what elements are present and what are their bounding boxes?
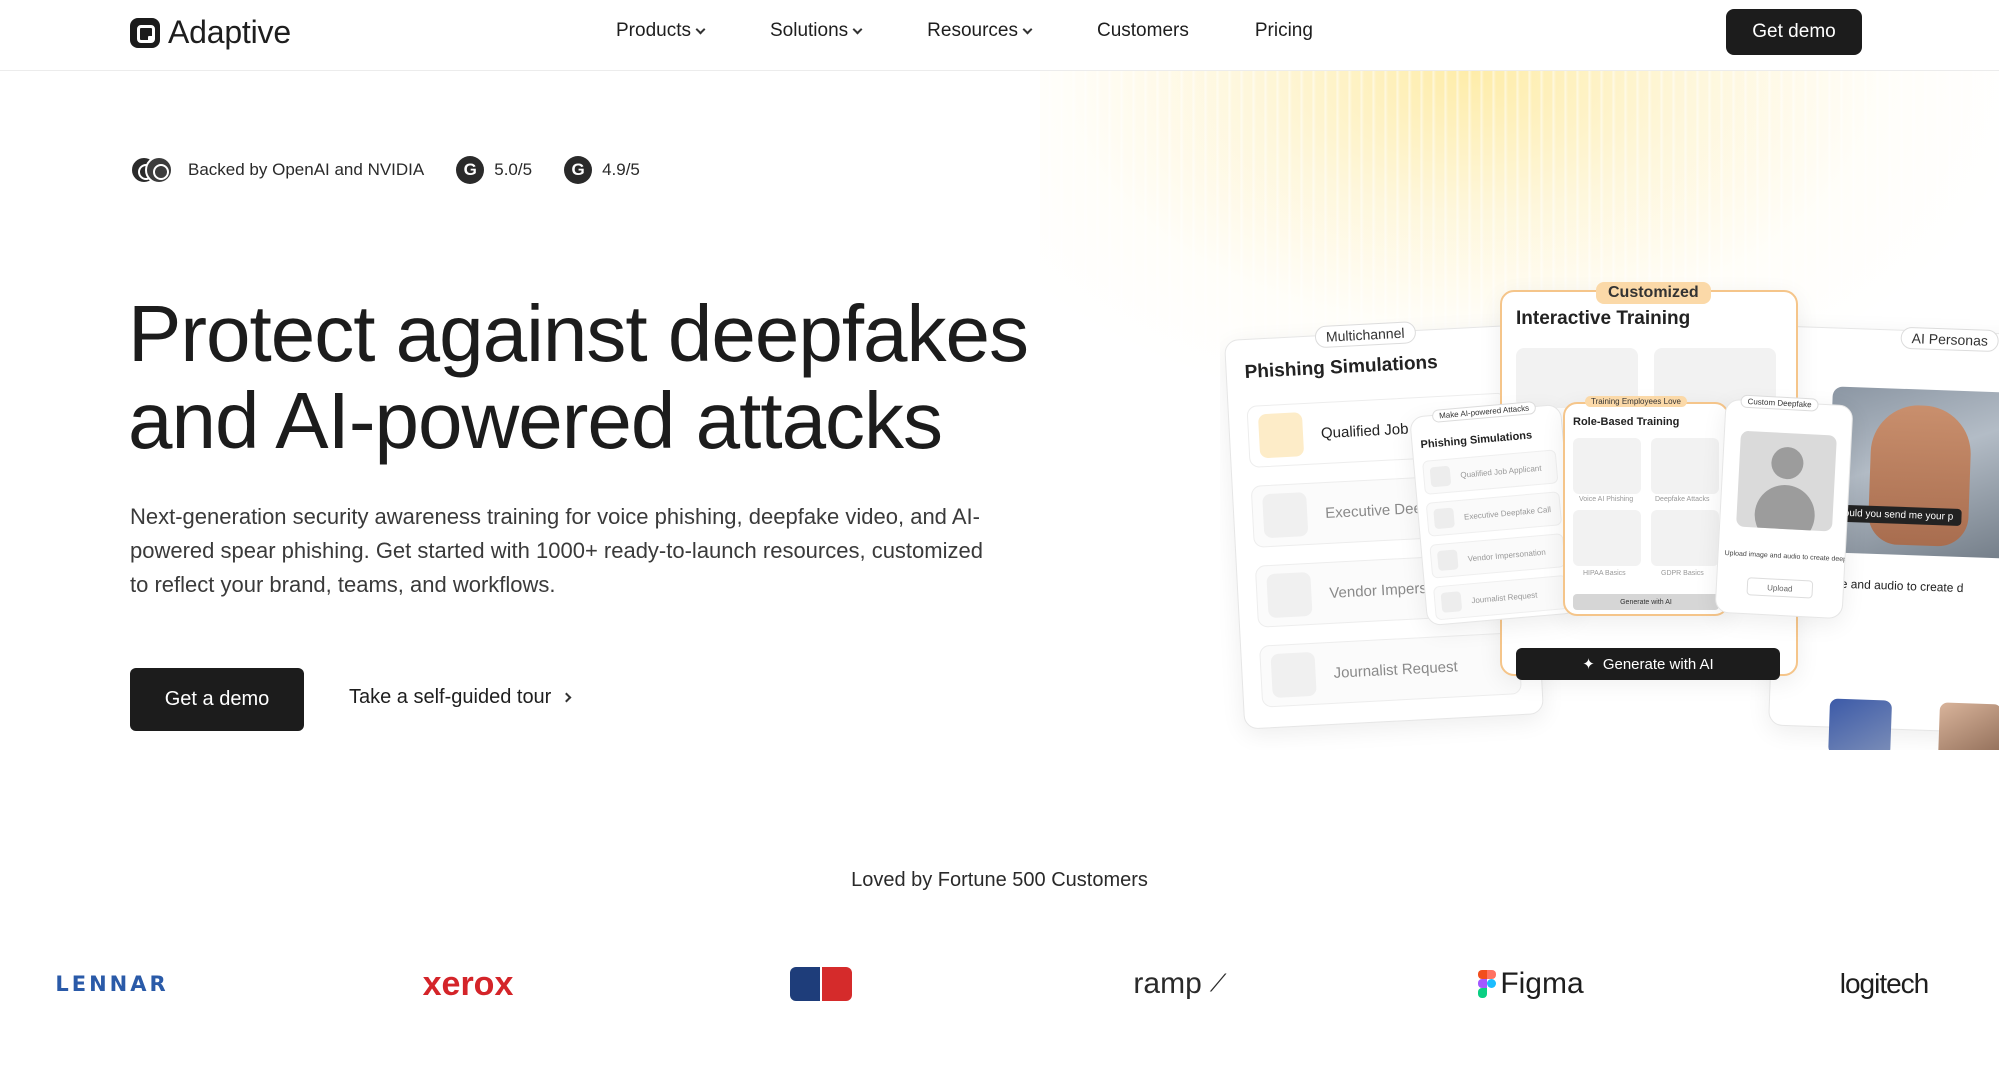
figma-logo: Figma xyxy=(1476,960,1586,1008)
self-guided-tour-link[interactable]: Take a self-guided tour xyxy=(349,686,572,709)
hero-description: Next-generation security awareness train… xyxy=(130,504,983,597)
chair-icon xyxy=(1266,571,1313,619)
list-item-label: Qualified Job Applicant xyxy=(1459,463,1542,480)
persona-thumbnail xyxy=(1828,698,1893,750)
training-tile xyxy=(1651,510,1719,566)
nav-label: Customers xyxy=(1096,20,1189,41)
list-item-label: Vendor Impersonation xyxy=(1467,547,1547,563)
training-tile xyxy=(1651,438,1719,494)
list-item-label: Journalist Request xyxy=(1470,590,1538,605)
figma-wordmark: Figma xyxy=(1500,967,1584,1000)
logo[interactable]: Adaptive xyxy=(130,14,291,51)
list-item: Journalist Request xyxy=(1433,574,1570,621)
adaptive-logo-icon xyxy=(130,17,160,48)
ramp-wordmark: ramp xyxy=(1133,967,1202,1000)
main-nav: Products Solutions Resources Customers P… xyxy=(616,20,1379,42)
card-title: Phishing Simulations xyxy=(1420,429,1533,452)
chevron-right-icon xyxy=(561,692,572,703)
card-tag: Training Employees Love xyxy=(1585,396,1687,407)
list-item[interactable]: Journalist Request xyxy=(1259,632,1522,708)
generate-with-ai-button[interactable]: Generate with AI xyxy=(1573,594,1719,610)
tile-caption: GDPR Basics xyxy=(1661,570,1704,577)
nav-label: Products xyxy=(616,20,691,41)
list-item-label: Executive Deepfake Call xyxy=(1463,504,1552,522)
nav-item-customers[interactable]: Customers xyxy=(1097,20,1189,42)
hero-title-line: Protect against deepfakes xyxy=(128,289,1029,378)
badge-icon xyxy=(1257,412,1305,459)
g2-icon: G xyxy=(456,156,485,184)
persona-thumbnails xyxy=(1828,698,1999,750)
chevron-down-icon xyxy=(695,24,706,34)
tile-caption: Voice AI Phishing xyxy=(1579,496,1634,503)
site-header: Adaptive Products Solutions Resources Cu… xyxy=(0,0,1999,71)
logo-text: Adaptive xyxy=(168,14,291,50)
logitech-logo: logitech xyxy=(1839,968,1930,999)
get-demo-button[interactable]: Get demo xyxy=(1726,9,1862,55)
persona-video xyxy=(1827,386,1999,560)
rating-capterra: G 4.9/5 xyxy=(564,156,640,184)
list-item: Qualified Job Applicant xyxy=(1422,449,1559,495)
chevron-down-icon xyxy=(1022,24,1033,34)
tile-caption: HIPAA Basics xyxy=(1583,570,1626,577)
list-item-label: Journalist Request xyxy=(1333,657,1459,682)
chevron-down-icon xyxy=(852,24,863,34)
nav-label: Pricing xyxy=(1254,20,1313,41)
deepfake-text: Upload image and audio to create deepfak… xyxy=(1724,549,1845,564)
persona-text: ge and audio to create d xyxy=(1833,576,1964,596)
hero-title-line: and AI-powered attacks xyxy=(128,376,943,465)
rating-value: 4.9/5 xyxy=(602,160,640,179)
persona-thumbnail xyxy=(1938,702,1999,750)
rating-value: 5.0/5 xyxy=(494,160,533,179)
avatar-placeholder-icon xyxy=(1736,430,1837,532)
hero-title: Protect against deepfakes and AI-powered… xyxy=(128,290,1178,464)
nav-item-products[interactable]: Products xyxy=(616,20,706,42)
g-icon: G xyxy=(564,156,593,184)
microphone-icon xyxy=(1270,651,1317,699)
training-tile xyxy=(1573,510,1641,566)
nav-item-solutions[interactable]: Solutions xyxy=(769,20,863,42)
upload-button[interactable]: Upload xyxy=(1746,577,1814,599)
customers-heading: Loved by Fortune 500 Customers xyxy=(851,869,1148,891)
custom-deepfake-card: Custom Deepfake Upload image and audio t… xyxy=(1714,394,1854,620)
card-tag: AI Personas xyxy=(1900,326,1999,353)
get-a-demo-button[interactable]: Get a demo xyxy=(130,668,304,731)
card-title: Role-Based Training xyxy=(1573,416,1680,428)
mlb-logo xyxy=(789,960,853,1008)
tile-caption: Deepfake Attacks xyxy=(1655,496,1710,503)
backed-by-text: Backed by OpenAI and NVIDIA xyxy=(188,160,425,179)
role-based-training-card: Training Employees Love Role-Based Train… xyxy=(1563,396,1729,616)
nav-item-resources[interactable]: Resources xyxy=(927,20,1033,42)
openai-nvidia-icon xyxy=(130,156,174,184)
hand-icon xyxy=(1262,492,1309,539)
lennar-logo: LENNAR xyxy=(55,972,169,996)
nav-item-pricing[interactable]: Pricing xyxy=(1255,20,1313,42)
nav-label: Solutions xyxy=(769,20,849,41)
ramp-mark-icon: ⟋ xyxy=(1209,970,1227,997)
figma-mark-icon xyxy=(1478,970,1497,998)
tour-label: Take a self-guided tour xyxy=(349,686,552,708)
mini-phishing-card: Make AI-powered Attacks Phishing Simulat… xyxy=(1409,400,1579,627)
card-tag: Custom Deepfake xyxy=(1740,394,1819,412)
sparkle-icon: ✦ xyxy=(1582,656,1595,673)
list-item: Vendor Impersonation xyxy=(1429,533,1566,579)
product-collage: AI Personas Could you send me your p ge … xyxy=(1220,270,1999,750)
card-title: Interactive Training xyxy=(1516,308,1691,329)
nav-label: Resources xyxy=(927,20,1018,41)
training-tile xyxy=(1573,438,1641,494)
card-tag: Customized xyxy=(1596,282,1711,304)
card-tag: Multichannel xyxy=(1314,321,1417,349)
rating-g2: G 5.0/5 xyxy=(456,156,532,184)
card-title: Phishing Simulations xyxy=(1244,351,1439,384)
generate-with-ai-button[interactable]: ✦ Generate with AI xyxy=(1516,648,1780,680)
button-label: Generate with AI xyxy=(1602,655,1714,673)
ramp-logo: ramp ⟋ xyxy=(1120,960,1240,1008)
xerox-logo: xerox xyxy=(422,964,514,1003)
customer-logos: LENNAR xerox ramp ⟋ Figma logitech xyxy=(0,960,1999,1008)
list-item: Executive Deepfake Call xyxy=(1425,491,1563,537)
trust-badges: Backed by OpenAI and NVIDIA G 5.0/5 G 4.… xyxy=(130,156,640,184)
